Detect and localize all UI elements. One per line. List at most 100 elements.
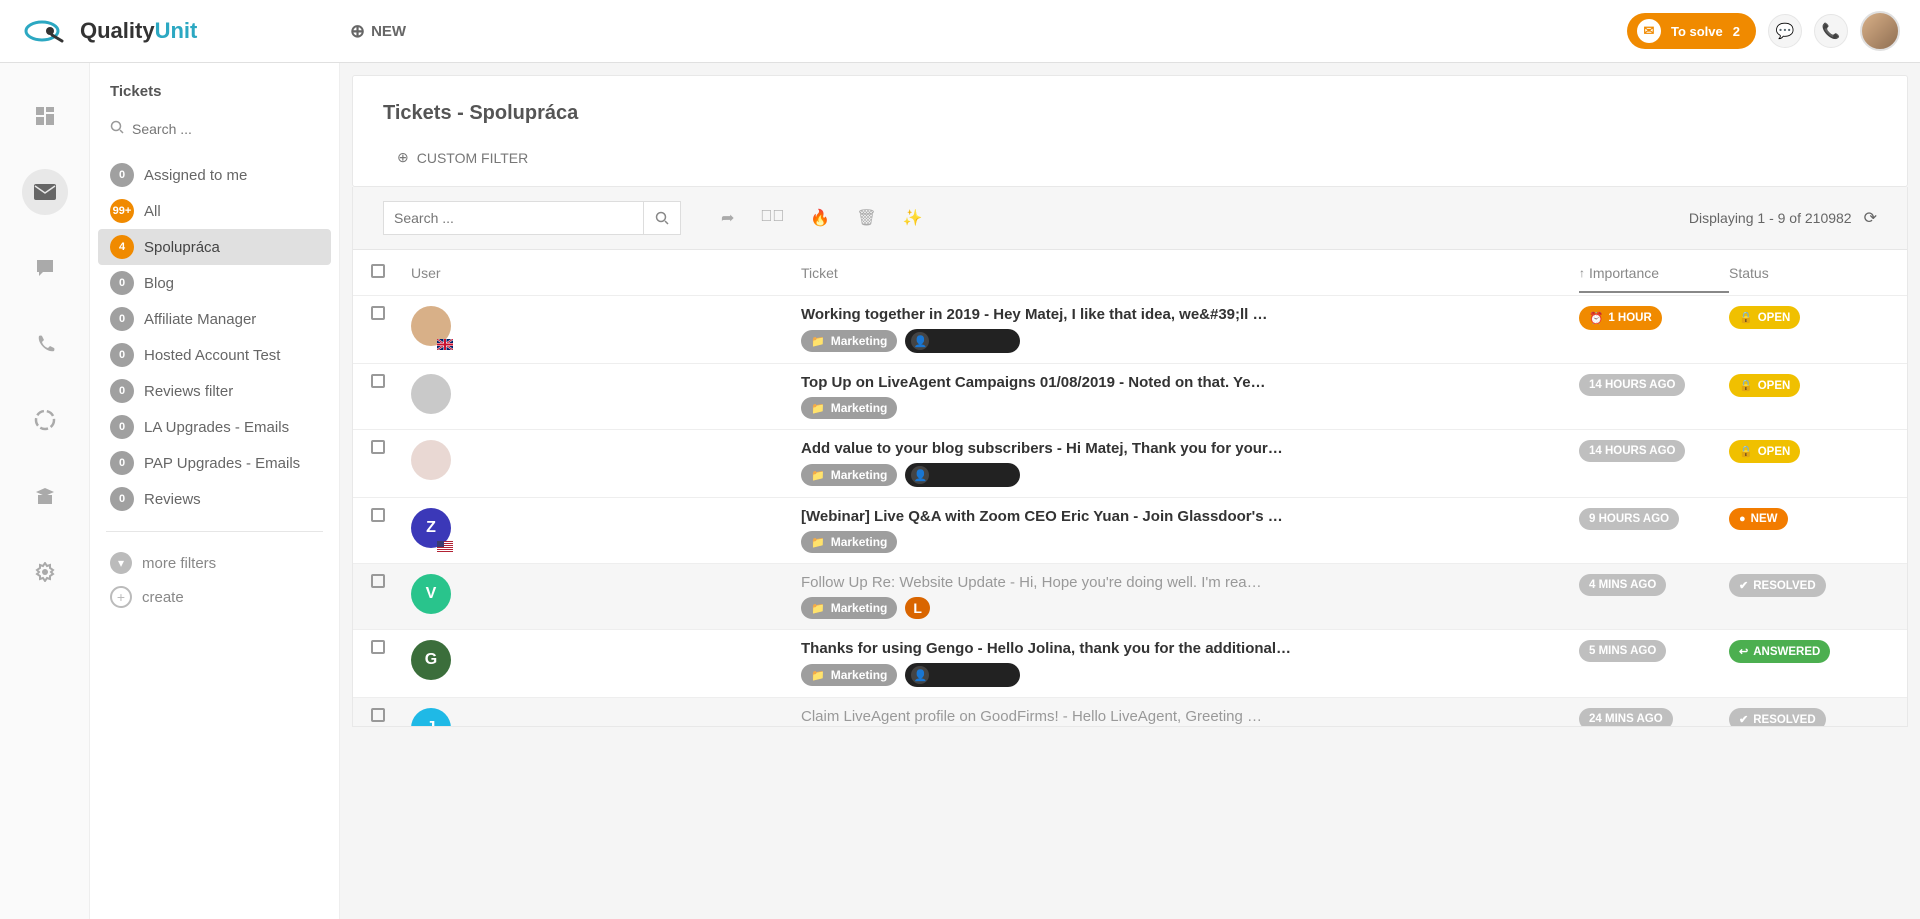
table-row[interactable]: Working together in 2019 - Hey Matej, I … bbox=[353, 296, 1907, 364]
sidebar-item[interactable]: 0LA Upgrades - Emails bbox=[98, 409, 331, 445]
table-row[interactable]: VFollow Up Re: Website Update - Hi, Hope… bbox=[353, 564, 1907, 630]
to-solve-pill[interactable]: ✉ To solve 2 bbox=[1627, 13, 1756, 49]
create-label: create bbox=[142, 589, 184, 606]
more-filters[interactable]: ▾ more filters bbox=[90, 546, 339, 580]
status-pill: ●NEW bbox=[1729, 508, 1788, 530]
user-avatar: G bbox=[411, 640, 451, 680]
sidebar-item[interactable]: 0Reviews filter bbox=[98, 373, 331, 409]
chat-button[interactable]: 💬 bbox=[1768, 14, 1802, 48]
row-checkbox[interactable] bbox=[371, 708, 385, 722]
rail-settings[interactable] bbox=[22, 549, 68, 595]
rail-chat[interactable] bbox=[22, 245, 68, 291]
table-row[interactable]: JClaim LiveAgent profile on GoodFirms! -… bbox=[353, 698, 1907, 726]
sidebar-item-label: Blog bbox=[144, 275, 174, 292]
table-row[interactable]: Z[Webinar] Live Q&A with Zoom CEO Eric Y… bbox=[353, 498, 1907, 564]
col-importance[interactable]: ↑ Importance bbox=[1579, 265, 1729, 281]
displaying-text: Displaying 1 - 9 of 210982 bbox=[1689, 210, 1852, 226]
sidebar-item[interactable]: 99+All bbox=[98, 193, 331, 229]
row-checkbox[interactable] bbox=[371, 640, 385, 654]
assignee-chip[interactable]: L bbox=[905, 597, 930, 619]
clock-icon: ⏰ bbox=[1589, 311, 1603, 325]
dept-tag[interactable]: 📁Marketing bbox=[801, 531, 897, 553]
assignee-chip[interactable]: 👤 bbox=[905, 463, 1020, 487]
sidebar-item[interactable]: 0Affiliate Manager bbox=[98, 301, 331, 337]
dept-tag[interactable]: 📁Marketing bbox=[801, 330, 897, 352]
sidebar-item[interactable]: 0Hosted Account Test bbox=[98, 337, 331, 373]
topbar: QualityUnit ⊕ NEW ✉ To solve 2 💬 📞 bbox=[0, 0, 1920, 63]
rail-kb[interactable] bbox=[22, 473, 68, 519]
status-icon: ↩ bbox=[1739, 645, 1748, 658]
create-filter[interactable]: + create bbox=[90, 580, 339, 614]
rail-pulse[interactable] bbox=[22, 397, 68, 443]
more-filters-label: more filters bbox=[142, 555, 216, 572]
dept-tag[interactable]: 📁Marketing bbox=[801, 664, 897, 686]
count-badge: 0 bbox=[110, 379, 134, 403]
mail-icon: ✉ bbox=[1637, 19, 1661, 43]
logo[interactable]: QualityUnit bbox=[20, 16, 340, 46]
custom-filter-button[interactable]: ⊕ CUSTOM FILTER bbox=[397, 149, 528, 166]
resolve-icon[interactable]: ✓⃝ bbox=[760, 208, 784, 228]
sidebar-item[interactable]: 4Spolupráca bbox=[98, 229, 331, 265]
ticket-subject: Follow Up Re: Website Update - Hi, Hope … bbox=[801, 574, 1569, 591]
refresh-icon[interactable]: ⟳ bbox=[1864, 208, 1877, 228]
dept-tag[interactable]: 📁Marketing bbox=[801, 597, 897, 619]
status-icon: 🔒 bbox=[1739, 311, 1753, 324]
magic-icon[interactable]: ✨ bbox=[903, 208, 923, 228]
logo-icon bbox=[20, 16, 70, 46]
tickets-table: User Ticket ↑ Importance Status Working … bbox=[353, 249, 1907, 726]
status-icon: ● bbox=[1739, 513, 1746, 525]
ticket-subject: Thanks for using Gengo - Hello Jolina, t… bbox=[801, 640, 1569, 657]
assignee-chip[interactable]: 👤 bbox=[905, 329, 1020, 353]
importance-pill: 14 HOURS AGO bbox=[1579, 374, 1685, 396]
fire-icon[interactable]: 🔥 bbox=[810, 208, 830, 228]
importance-pill: ⏰1 HOUR bbox=[1579, 306, 1662, 330]
status-pill: 🔒OPEN bbox=[1729, 440, 1800, 463]
header-card: Tickets - Spolupráca ⊕ CUSTOM FILTER bbox=[352, 75, 1908, 187]
count-badge: 0 bbox=[110, 487, 134, 511]
sidebar-search[interactable] bbox=[90, 114, 339, 157]
person-icon: 👤 bbox=[911, 466, 929, 484]
col-ticket[interactable]: Ticket bbox=[801, 265, 1579, 281]
flag-icon bbox=[437, 539, 453, 550]
col-checkbox[interactable] bbox=[371, 264, 411, 281]
rail-dashboard[interactable] bbox=[22, 93, 68, 139]
dept-tag[interactable]: 📁Marketing bbox=[801, 464, 897, 486]
sidebar-search-input[interactable] bbox=[132, 121, 319, 137]
row-checkbox[interactable] bbox=[371, 440, 385, 454]
table-header: User Ticket ↑ Importance Status bbox=[353, 250, 1907, 296]
assignee-chip[interactable]: 👤 bbox=[905, 663, 1020, 687]
sort-asc-icon: ↑ bbox=[1579, 266, 1585, 280]
row-checkbox[interactable] bbox=[371, 306, 385, 320]
trash-icon[interactable]: 🗑 bbox=[856, 208, 876, 228]
table-row[interactable]: Add value to your blog subscribers - Hi … bbox=[353, 430, 1907, 498]
folder-icon: 📁 bbox=[811, 602, 825, 615]
rail-call[interactable] bbox=[22, 321, 68, 367]
col-status[interactable]: Status bbox=[1729, 265, 1889, 281]
user-avatar[interactable] bbox=[1860, 11, 1900, 51]
row-checkbox[interactable] bbox=[371, 374, 385, 388]
importance-pill: 4 MINS AGO bbox=[1579, 574, 1666, 596]
topbar-right: ✉ To solve 2 💬 📞 bbox=[1627, 11, 1900, 51]
sidebar-item-label: Hosted Account Test bbox=[144, 347, 280, 364]
forward-icon[interactable]: ➦ bbox=[721, 208, 734, 228]
sidebar-item[interactable]: 0Blog bbox=[98, 265, 331, 301]
person-icon: 👤 bbox=[911, 666, 929, 684]
table-row[interactable]: Top Up on LiveAgent Campaigns 01/08/2019… bbox=[353, 364, 1907, 430]
ticket-subject: Add value to your blog subscribers - Hi … bbox=[801, 440, 1569, 457]
layout: Tickets 0Assigned to me99+All4Spolupráca… bbox=[0, 63, 1920, 919]
sidebar-item[interactable]: 0Reviews bbox=[98, 481, 331, 517]
phone-button[interactable]: 📞 bbox=[1814, 14, 1848, 48]
sidebar-item[interactable]: 0PAP Upgrades - Emails bbox=[98, 445, 331, 481]
row-checkbox[interactable] bbox=[371, 574, 385, 588]
dept-tag[interactable]: 📁Marketing bbox=[801, 397, 897, 419]
col-user[interactable]: User bbox=[411, 265, 801, 281]
sidebar-item[interactable]: 0Assigned to me bbox=[98, 157, 331, 193]
table-search-button[interactable] bbox=[643, 201, 681, 235]
new-button[interactable]: ⊕ NEW bbox=[350, 21, 406, 42]
table-row[interactable]: G Thanks for using Gengo - Hello Jolina, … bbox=[353, 630, 1907, 698]
rail-mail[interactable] bbox=[22, 169, 68, 215]
sidebar-item-label: LA Upgrades - Emails bbox=[144, 419, 289, 436]
folder-icon: 📁 bbox=[811, 335, 825, 348]
table-search-input[interactable] bbox=[383, 201, 643, 235]
row-checkbox[interactable] bbox=[371, 508, 385, 522]
